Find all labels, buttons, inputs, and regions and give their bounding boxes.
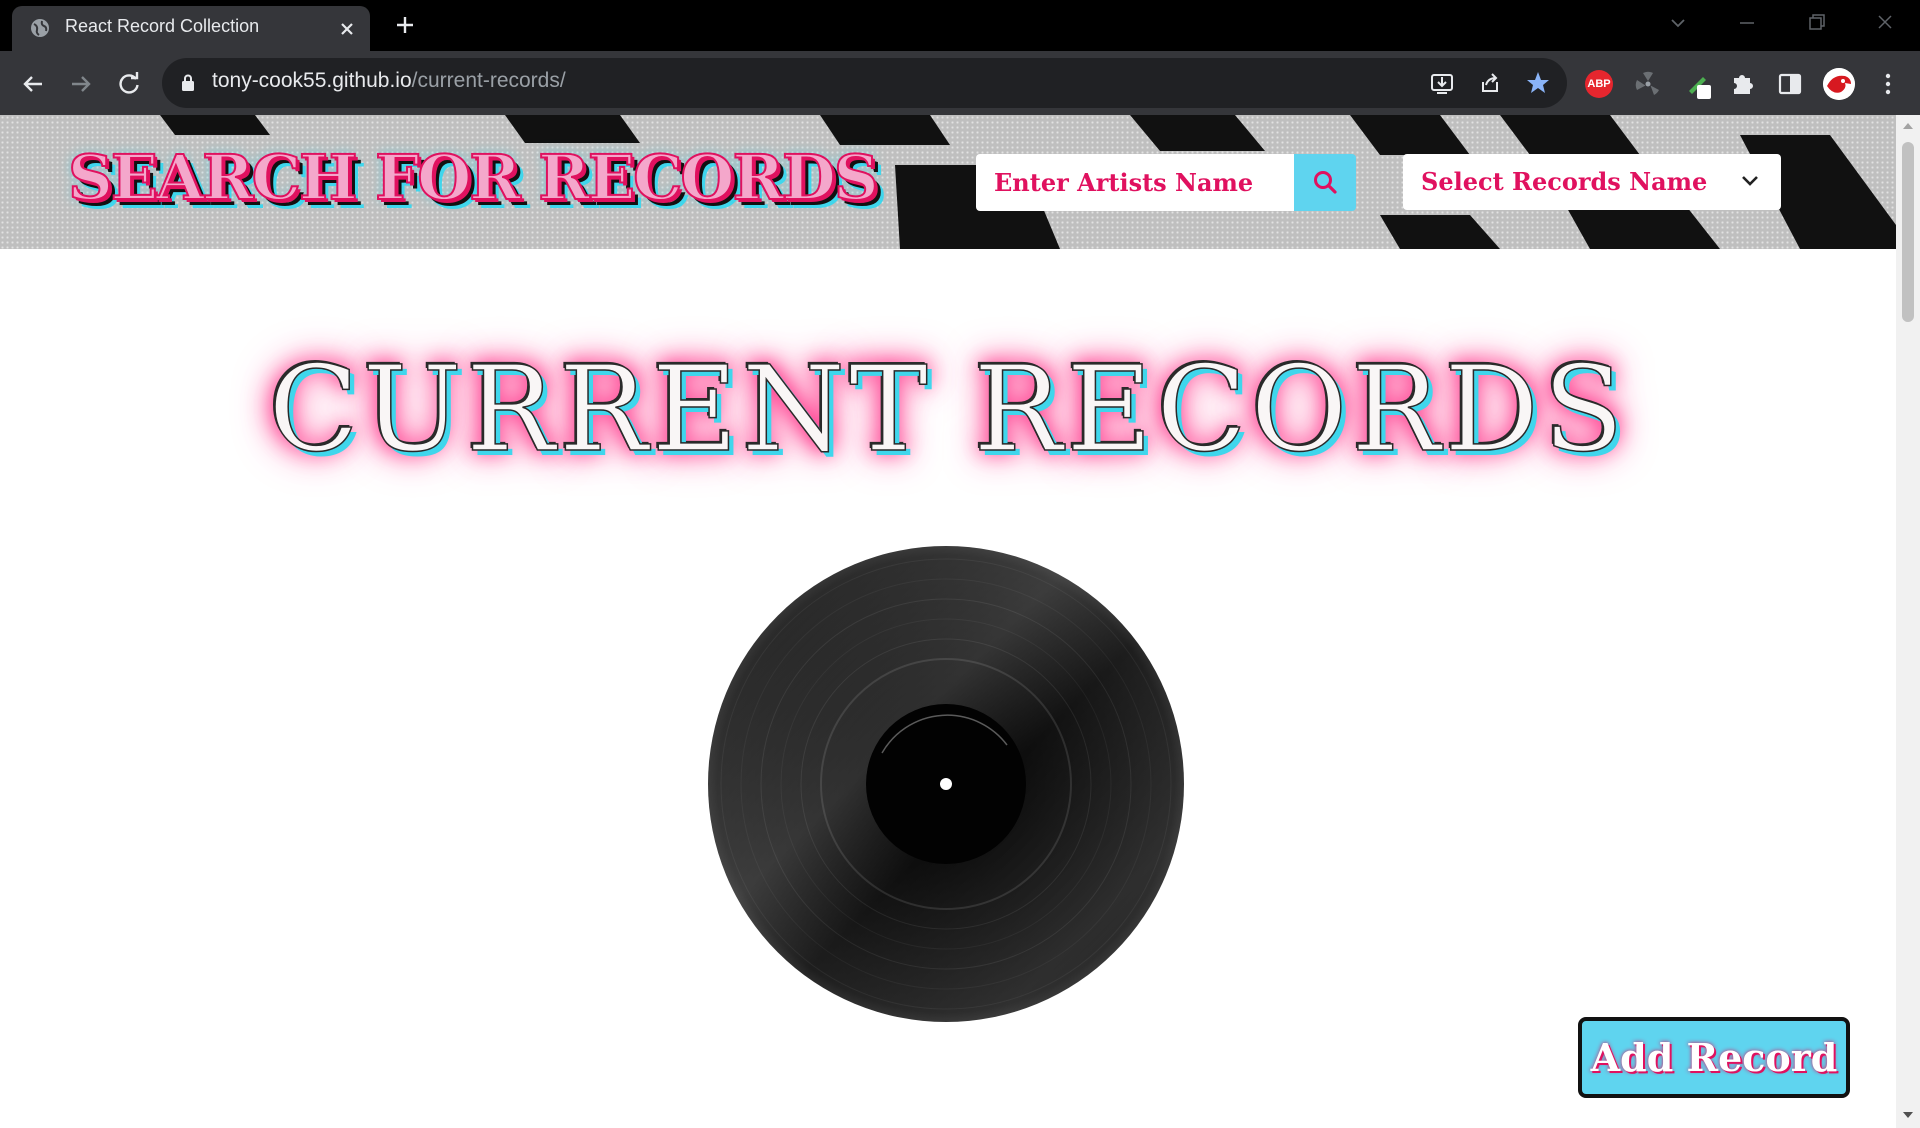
url-text: tony-cook55.github.io/current-records/ xyxy=(212,69,566,92)
chevron-down-icon xyxy=(1742,176,1758,186)
globe-icon xyxy=(31,19,49,37)
header-title: SEARCH FOR RECORDS xyxy=(67,140,880,215)
records-name-select[interactable]: Select Records Name xyxy=(1403,154,1781,210)
tab-search-icon[interactable] xyxy=(1664,12,1692,34)
close-tab-icon[interactable] xyxy=(336,18,358,40)
back-icon[interactable] xyxy=(18,69,48,99)
vinyl-record-image xyxy=(708,546,1184,1022)
reload-icon[interactable] xyxy=(114,69,144,99)
page-header: SEARCH FOR RECORDS Select Records Name xyxy=(0,115,1896,249)
browser-toolbar: tony-cook55.github.io/current-records/ A… xyxy=(0,51,1920,115)
side-panel-icon[interactable] xyxy=(1775,69,1805,99)
page-viewport: SEARCH FOR RECORDS Select Records Name C… xyxy=(0,115,1896,1128)
scroll-up-arrow-icon[interactable] xyxy=(1902,121,1914,131)
bookmark-star-icon[interactable] xyxy=(1525,70,1551,96)
search-button[interactable] xyxy=(1294,154,1356,211)
lock-icon xyxy=(182,74,194,91)
select-selected-value: Select Records Name xyxy=(1421,167,1708,196)
close-window-icon[interactable] xyxy=(1871,12,1899,34)
scrollbar-thumb[interactable] xyxy=(1902,142,1914,322)
restore-icon[interactable] xyxy=(1802,12,1830,34)
search-icon xyxy=(1314,171,1337,194)
share-icon[interactable] xyxy=(1477,70,1503,96)
address-bar[interactable]: tony-cook55.github.io/current-records/ xyxy=(162,58,1567,108)
minimize-icon[interactable] xyxy=(1733,12,1761,34)
add-record-button[interactable]: Add Record xyxy=(1578,1017,1850,1098)
profile-avatar[interactable] xyxy=(1823,68,1855,100)
browser-menu-icon[interactable] xyxy=(1873,69,1903,99)
extensions-puzzle-icon[interactable] xyxy=(1728,69,1758,99)
forward-icon[interactable] xyxy=(66,69,96,99)
browser-tab[interactable]: React Record Collection xyxy=(12,6,370,51)
page-title: CURRENT RECORDS xyxy=(268,339,1628,479)
browser-tab-strip: React Record Collection xyxy=(0,0,1920,51)
radiation-extension-icon[interactable] xyxy=(1633,69,1663,99)
adblock-plus-extension-icon[interactable]: ABP xyxy=(1585,70,1613,98)
tab-title: React Record Collection xyxy=(65,16,260,36)
new-tab-icon[interactable] xyxy=(393,13,417,37)
artist-search-input[interactable] xyxy=(976,154,1294,211)
page-scrollbar[interactable] xyxy=(1896,115,1920,1128)
install-app-icon[interactable] xyxy=(1429,70,1455,96)
profile-avatar-icon xyxy=(1823,68,1855,100)
scroll-down-arrow-icon[interactable] xyxy=(1902,1110,1914,1120)
pen-extension-icon[interactable] xyxy=(1683,69,1713,99)
